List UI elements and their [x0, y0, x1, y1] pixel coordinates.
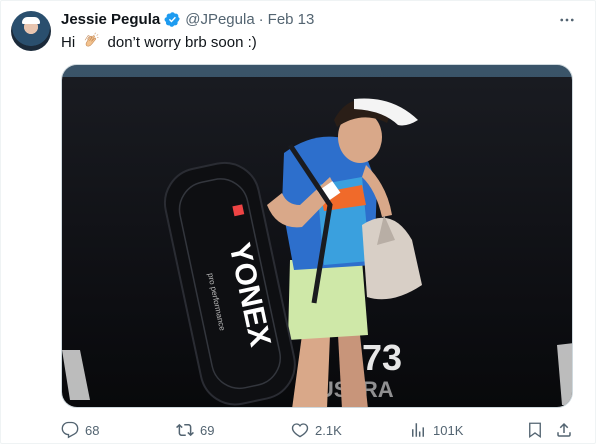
- reply-icon: [61, 421, 79, 439]
- author-name[interactable]: Jessie Pegula: [61, 11, 160, 28]
- separator-dot: ·: [258, 10, 264, 28]
- like-action[interactable]: 2.1K: [291, 419, 342, 441]
- heart-icon: [291, 423, 309, 438]
- tweet-text-end: don’t worry brb soon :): [107, 34, 257, 51]
- tweet-photo[interactable]: 73 AUSTRA: [61, 64, 573, 408]
- tweet-card: Jessie Pegula @JPegula · Feb 13 Hi don’t…: [0, 0, 596, 444]
- reply-count: 68: [85, 422, 100, 438]
- author-avatar[interactable]: [11, 11, 51, 51]
- repost-action[interactable]: 69: [176, 419, 214, 441]
- repost-icon: [176, 423, 194, 437]
- clapping-hands-emoji-icon: [85, 32, 99, 47]
- author-handle[interactable]: @JPegula: [185, 11, 254, 28]
- like-count: 2.1K: [315, 422, 342, 438]
- repost-count: 69: [200, 422, 215, 438]
- more-options-icon[interactable]: [557, 11, 577, 29]
- share-icon[interactable]: [555, 421, 573, 439]
- tweet-header: Jessie Pegula @JPegula · Feb 13: [61, 9, 314, 29]
- verified-badge-icon: [164, 11, 180, 27]
- reply-action[interactable]: 68: [61, 419, 99, 441]
- views-chart-icon: [412, 423, 424, 437]
- views-count: 101K: [433, 422, 464, 438]
- tweet-text-start: Hi: [61, 34, 76, 51]
- tweet-text: Hi don’t worry brb soon :): [61, 32, 257, 53]
- tweet-date[interactable]: Feb 13: [268, 11, 315, 28]
- views-action[interactable]: 101K: [409, 419, 463, 441]
- tweet-actions: 68 69 2.1K 101K: [61, 419, 573, 441]
- bookmark-icon[interactable]: [526, 421, 544, 439]
- stadium-banner-number: 73: [362, 337, 402, 378]
